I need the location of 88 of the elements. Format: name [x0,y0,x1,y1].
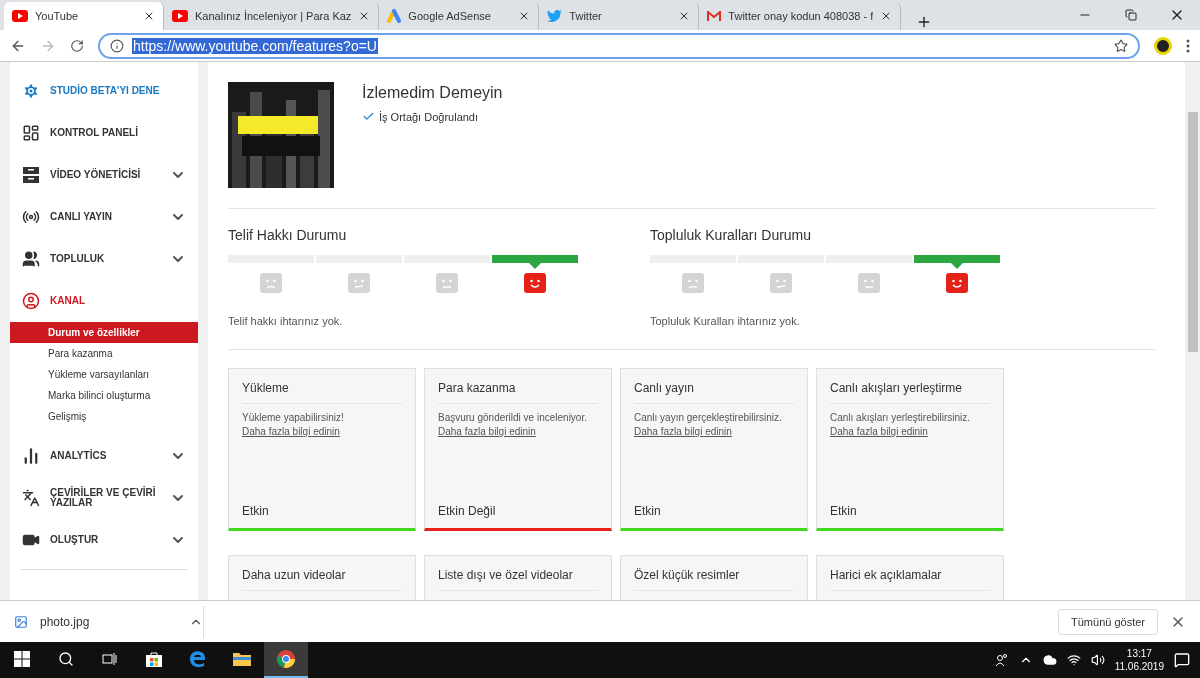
feature-status: Etkin [634,504,662,518]
image-file-icon [14,614,28,629]
verified-label: İş Ortağı Doğrulandı [379,110,479,123]
sidebar-item[interactable]: ÇEVİRİLER VE ÇEVİRİ YAZILAR [10,477,198,519]
volume-icon [1090,653,1105,667]
sidebar-subitem[interactable]: Yükleme varsayılanları [10,364,198,385]
translate-icon [22,489,40,507]
feature-description: Yükleme yapabilirsiniz! Daha fazla bilgi edinin [242,411,345,439]
sidebar-item[interactable]: KONTROL PANELİ [10,112,198,154]
channel-name: İzlemedim Demeyin [362,84,503,102]
sidebar-subitem[interactable]: Para kazanma [10,343,198,364]
face-icon [856,273,882,293]
task-view-icon[interactable] [102,652,118,666]
restore-icon [1125,9,1137,21]
edge-logo-icon[interactable] [189,650,207,668]
sidebar-item[interactable]: VİDEO YÖNETİCİSİ [10,154,198,196]
feature-title: Para kazanma [438,381,598,404]
download-item[interactable]: photo.jpg [14,605,204,638]
chrome-logo-icon[interactable] [276,649,296,669]
face-icon [944,273,970,293]
dashboard-icon [22,124,40,142]
sidebar-subitem[interactable]: Marka bilinci oluşturma [10,385,198,406]
close-icon [143,10,155,22]
feature-status: Etkin [242,504,270,518]
face-icon [346,273,372,293]
folder-icon[interactable] [232,651,252,667]
people-icon [22,250,40,268]
adsense-logo-icon [387,9,402,23]
info-icon [110,38,124,53]
people-icon[interactable] [994,653,1009,667]
play-logo-icon [172,10,188,22]
learn-more-link[interactable]: Daha fazla bilgi edinin [830,426,928,437]
cloud-icon [1042,653,1057,667]
windows-logo-icon[interactable] [14,651,30,667]
feature-description: Canlı akışları yerleştirebilirsiniz. Daha fazla bilgi edinin [830,411,972,439]
check-icon [362,110,375,123]
feature-status: Etkin Değil [438,504,497,518]
sidebar-item[interactable]: STUDİO BETA'YI DENE [10,70,198,112]
learn-more-link[interactable]: Daha fazla bilgi edinin [634,426,732,437]
broadcast-icon [22,208,40,226]
star-icon [1114,38,1128,53]
feature-description: Başvuru gönderildi ve inceleniyor. Daha fazla bilgi edinin [438,411,588,439]
feature-title: Yükleme [242,381,402,404]
face-icon [258,273,284,293]
mail-icon [707,10,722,22]
meter-title: Telif Hakkı Durumu [228,227,348,243]
show-all-button[interactable]: Tümünü göster [1058,608,1158,635]
feature-status: Etkin [830,504,858,518]
user-circle-icon [22,292,40,310]
shopping-bag-icon[interactable] [145,650,163,668]
stacked-boxes-icon [22,166,40,184]
bird-icon [547,10,563,22]
meter-title: Topluluk Kuralları Durumu [650,227,813,243]
browser-tab[interactable]: YouTube [4,2,164,30]
learn-more-link[interactable]: Daha fazla bilgi edinin [242,426,340,437]
feature-title: Daha uzun videolar [242,568,402,591]
address-bar[interactable]: https://www.youtube.com/features?o=U [98,32,1140,59]
sidebar-item[interactable]: ANALYTİCS [10,435,198,477]
more-menu-icon[interactable] [1186,38,1190,53]
feature-title: Canlı yayın [634,381,794,404]
feature-title: Özel küçük resimler [634,568,794,591]
sidebar-item[interactable]: KANAL [10,280,198,322]
face-icon [434,273,460,293]
clock-date: 11.06.2019 [1114,660,1164,673]
wifi-icon [1066,653,1081,667]
learn-more-link[interactable]: Daha fazla bilgi edinin [438,426,536,437]
feature-description: Canlı yayın gerçekleştirebilirsiniz. Daha fazla bilgi edinin [634,411,783,439]
sidebar-item[interactable]: TOPLULUK [10,238,198,280]
face-icon [522,273,548,293]
feature-title: Harici ek açıklamalar [830,568,990,591]
sidebar-item[interactable]: OLUŞTUR [10,519,198,561]
reload-icon [70,38,84,53]
sidebar-subitem[interactable]: Gelişmiş [10,406,198,427]
profile-avatar[interactable] [1154,36,1172,55]
bar-chart-icon [22,447,40,465]
search-icon [58,651,74,667]
notification-icon [1174,652,1190,668]
gear-icon [22,82,40,100]
play-logo-icon [12,10,28,22]
meter-message: Telif hakkı ihtarınız yok. [228,315,344,327]
feature-title: Canlı akışları yerleştirme [830,381,990,404]
sidebar-subitem[interactable]: Durum ve özellikler [10,322,198,343]
meter-message: Topluluk Kuralları ihtarınız yok. [650,315,801,327]
feature-title: Liste dışı ve özel videolar [438,568,598,591]
face-icon [680,273,706,293]
face-icon [768,273,794,293]
sidebar-item[interactable]: CANLI YAYIN [10,196,198,238]
clock-time: 13:17 [1126,647,1152,660]
